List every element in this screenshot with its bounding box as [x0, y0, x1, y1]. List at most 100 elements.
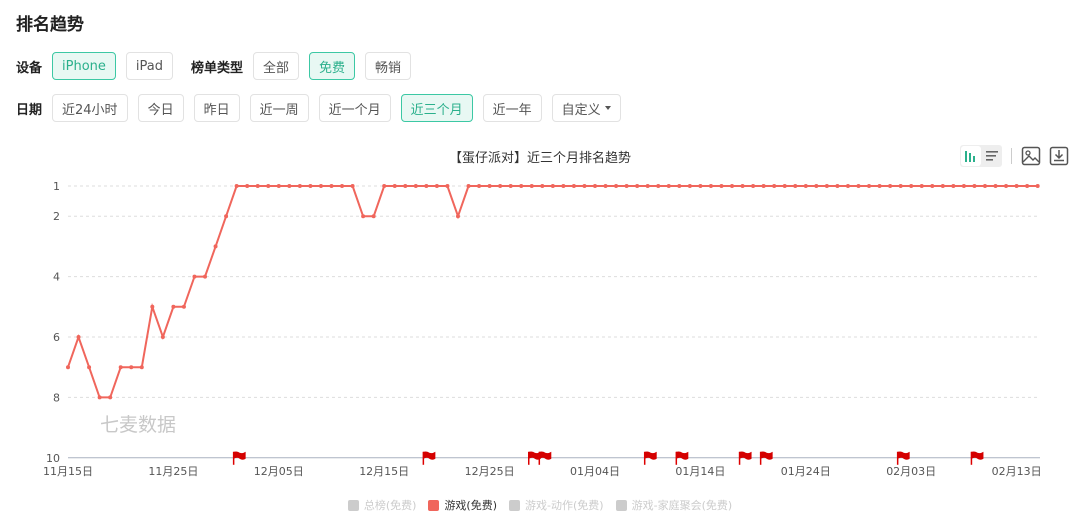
legend-swatch	[615, 499, 627, 511]
data-point	[687, 184, 692, 188]
y-tick-label: 10	[46, 452, 60, 465]
legend-label: 游戏(免费)	[444, 499, 498, 512]
data-point	[603, 184, 608, 188]
image-icon[interactable]	[1021, 146, 1041, 166]
flag-cloth	[539, 451, 552, 460]
data-point	[561, 184, 566, 188]
list-type-grossing-button[interactable]: 畅销	[365, 52, 412, 80]
data-point	[824, 184, 829, 188]
bar-chart-icon[interactable]	[961, 146, 981, 166]
download-icon[interactable]	[1049, 146, 1069, 166]
data-point	[255, 184, 260, 188]
data-point	[856, 184, 861, 188]
data-point	[97, 395, 102, 400]
device-ipad-button[interactable]: iPad	[125, 52, 173, 80]
data-point	[424, 184, 429, 188]
data-point	[719, 184, 724, 188]
data-point	[635, 184, 640, 188]
list-icon[interactable]	[982, 145, 1002, 167]
legend-item[interactable]: 游戏-动作(免费)	[509, 497, 604, 513]
data-point	[318, 184, 323, 188]
legend-swatch	[347, 499, 359, 511]
legend-swatch	[428, 499, 440, 511]
data-point	[888, 184, 893, 188]
filter-row-device: 设备 iPhone iPad 榜单类型 全部 免费 畅销	[16, 52, 421, 80]
data-point	[329, 184, 334, 188]
device-iphone-button[interactable]: iPhone	[52, 52, 116, 80]
data-point	[656, 184, 661, 188]
data-point	[782, 184, 787, 188]
date-week-button[interactable]: 近一周	[249, 94, 309, 122]
data-point	[751, 184, 756, 188]
data-point	[624, 184, 629, 188]
series-line-游戏(免费)	[67, 185, 1038, 399]
data-point	[740, 184, 745, 188]
data-point	[772, 184, 777, 188]
flag-cloth	[897, 451, 910, 460]
chart-toolbar	[960, 145, 1077, 167]
data-point	[434, 184, 439, 188]
data-point	[845, 184, 850, 188]
data-point	[76, 335, 81, 339]
data-point	[1025, 184, 1030, 188]
date-3months-button[interactable]: 近三个月	[400, 94, 473, 122]
data-point	[571, 184, 576, 188]
rank-line-chart: 1 2 4 6 8 10 11月15日 11月25日 12月05日 12月15日 12月25日 01…	[43, 180, 1042, 478]
data-point	[793, 184, 798, 188]
data-point	[477, 184, 482, 188]
data-point	[245, 184, 250, 188]
list-type-free-button[interactable]: 免费	[309, 52, 356, 80]
flag-cloth	[760, 451, 773, 460]
x-tick-label: 11月15日	[43, 465, 93, 478]
date-custom-dropdown[interactable]: 自定义	[551, 94, 621, 122]
date-yesterday-button[interactable]: 昨日	[193, 94, 240, 122]
data-point	[181, 304, 186, 309]
date-24h-button[interactable]: 近24小时	[52, 94, 128, 122]
list-type-all-button[interactable]: 全部	[253, 52, 300, 80]
data-point	[445, 184, 450, 188]
data-point	[382, 184, 387, 188]
list-type-label: 榜单类型	[191, 60, 244, 76]
data-point	[455, 214, 460, 219]
date-label: 日期	[16, 102, 43, 118]
date-year-button[interactable]: 近一年	[482, 94, 542, 122]
caret-down-icon	[604, 106, 611, 110]
flag-cloth	[423, 451, 436, 460]
data-point	[666, 184, 671, 188]
y-tick-label: 4	[53, 271, 60, 284]
data-point	[276, 184, 281, 188]
y-axis-ticks: 1 2 4 6 8 10	[46, 180, 60, 465]
data-point	[519, 184, 524, 188]
y-tick-label: 2	[53, 210, 60, 223]
data-point	[961, 184, 966, 188]
date-today-button[interactable]: 今日	[137, 94, 184, 122]
grid-lines	[68, 185, 1040, 459]
data-point	[982, 184, 987, 188]
legend-item[interactable]: 总榜(免费)	[347, 497, 416, 513]
data-point	[761, 184, 766, 188]
data-point	[993, 184, 998, 188]
data-point	[129, 365, 134, 370]
data-point	[213, 244, 218, 249]
data-point	[1035, 184, 1040, 188]
data-point	[466, 184, 471, 188]
date-month-button[interactable]: 近一个月	[318, 94, 391, 122]
x-tick-label: 12月15日	[359, 465, 409, 478]
x-tick-label: 01月14日	[675, 465, 725, 478]
data-point	[287, 184, 292, 188]
data-point	[350, 184, 355, 188]
data-point	[614, 184, 619, 188]
data-point	[108, 395, 113, 400]
flag-cloth	[971, 451, 984, 460]
legend-item[interactable]: 游戏-家庭聚会(免费)	[615, 497, 733, 513]
data-point	[224, 214, 229, 219]
data-point	[66, 365, 70, 370]
data-point	[118, 365, 123, 370]
data-point	[1004, 184, 1009, 188]
data-point	[814, 184, 819, 188]
legend-label: 游戏-家庭聚会(免费)	[631, 499, 733, 512]
data-point	[87, 365, 92, 370]
legend-item[interactable]: 游戏(免费)	[428, 497, 497, 513]
data-point	[498, 184, 503, 188]
data-point	[930, 184, 935, 188]
